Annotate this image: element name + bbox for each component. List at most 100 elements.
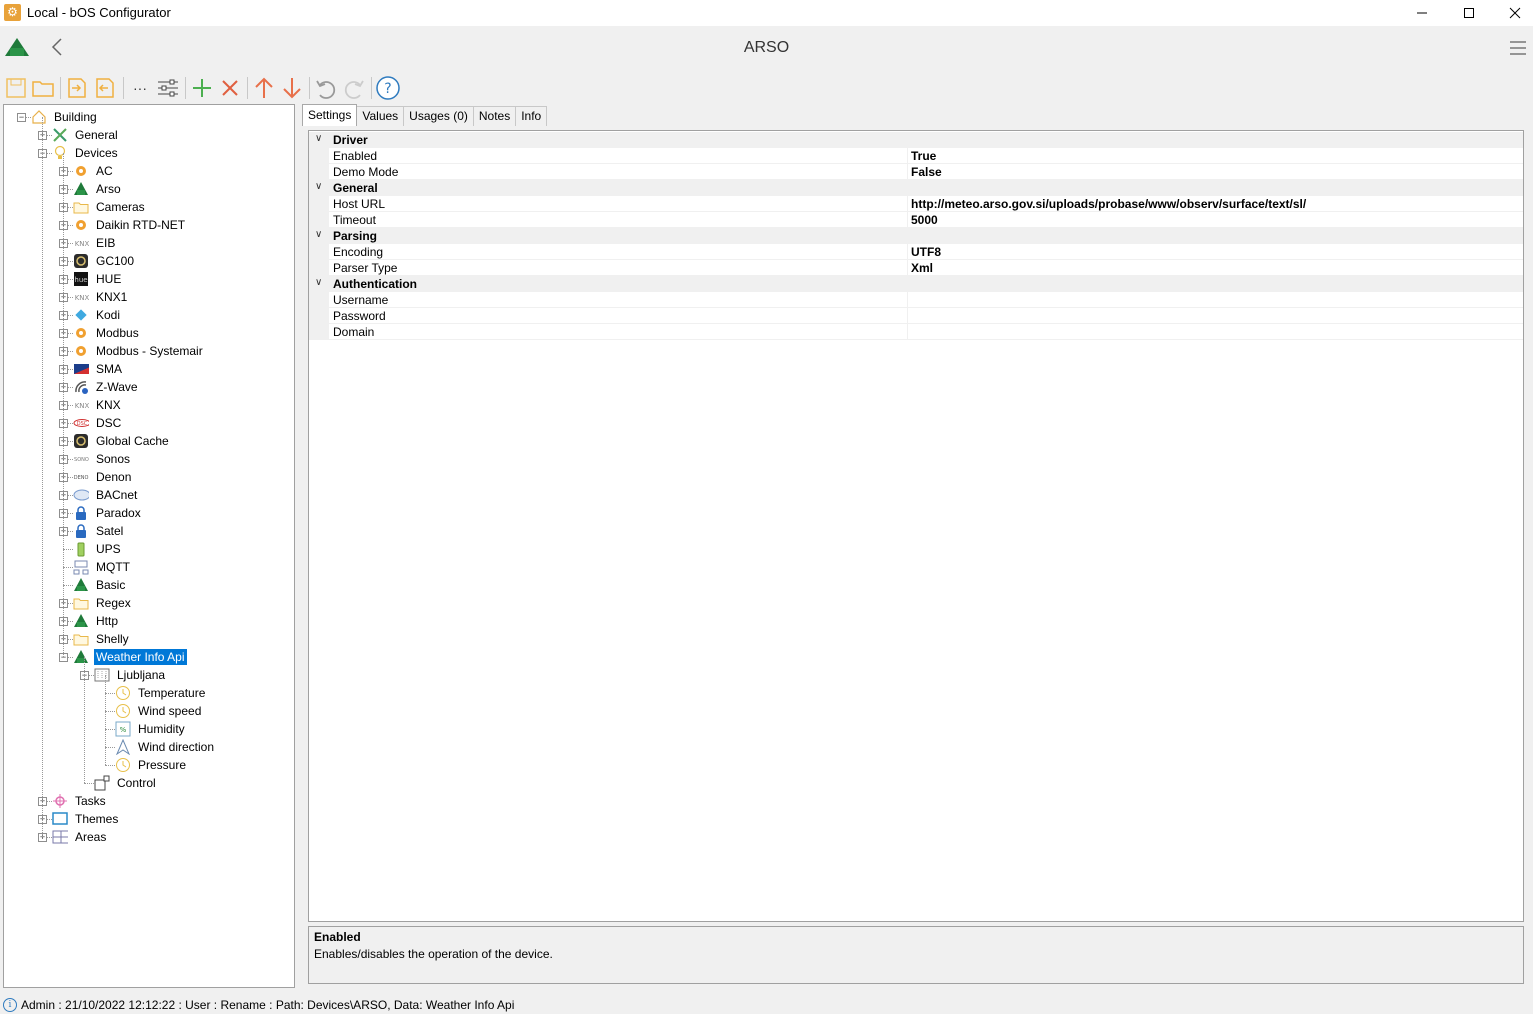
tree-node-eib[interactable]: KNX EIB: [73, 234, 117, 252]
tree-node-knx1[interactable]: KNX KNX1: [73, 288, 129, 306]
tree-node-sma[interactable]: SMA: [73, 360, 124, 378]
tree-node-arso[interactable]: Arso: [73, 180, 123, 198]
tools-icon: [52, 127, 68, 143]
delete-button[interactable]: [217, 75, 243, 101]
tree-node-sonos[interactable]: SONOSSonos: [73, 450, 132, 468]
category-parsing[interactable]: ∨ Parsing: [309, 228, 1523, 244]
category-driver[interactable]: ∨ Driver: [309, 132, 1523, 148]
tree-node-mqtt[interactable]: MQTT: [73, 558, 132, 576]
open-button[interactable]: [30, 75, 56, 101]
maximize-button[interactable]: [1446, 0, 1492, 26]
sonos-icon: SONOS: [73, 451, 89, 467]
hue-icon: hue: [73, 271, 89, 287]
tree-node-global-cache[interactable]: Global Cache: [73, 432, 171, 450]
category-authentication[interactable]: ∨ Authentication: [309, 276, 1523, 292]
move-up-button[interactable]: [251, 75, 277, 101]
property-enabled[interactable]: Enabled True: [309, 148, 1523, 164]
areas-icon: [52, 829, 68, 845]
chevron-down-icon[interactable]: ∨: [315, 181, 322, 192]
property-username[interactable]: Username: [309, 292, 1523, 308]
tree-node-temperature[interactable]: Temperature: [115, 684, 207, 702]
tree-node-gc100[interactable]: GC100: [73, 252, 136, 270]
tab-settings[interactable]: Settings: [302, 104, 358, 126]
tree-node-wind-speed[interactable]: Wind speed: [115, 702, 203, 720]
tree-node-modbus-systemair[interactable]: Modbus - Systemair: [73, 342, 205, 360]
category-general[interactable]: ∨ General: [309, 180, 1523, 196]
tree-node-general[interactable]: General: [52, 126, 120, 144]
property-domain[interactable]: Domain: [309, 324, 1523, 340]
tab-values[interactable]: Values: [356, 106, 405, 126]
property-encoding[interactable]: Encoding UTF8: [309, 244, 1523, 260]
property-parser-type[interactable]: Parser Type Xml: [309, 260, 1523, 276]
property-password[interactable]: Password: [309, 308, 1523, 324]
bos-tree-icon: [73, 649, 89, 665]
tree-node-ups[interactable]: UPS: [73, 540, 123, 558]
tree-node-paradox[interactable]: Paradox: [73, 504, 143, 522]
tab-info[interactable]: Info: [515, 106, 548, 126]
tree-node-basic[interactable]: Basic: [73, 576, 127, 594]
redo-button[interactable]: [341, 75, 367, 101]
minimize-button[interactable]: [1399, 0, 1445, 26]
more-button[interactable]: ···: [127, 75, 153, 101]
import-icon: [68, 78, 86, 98]
tree-node-denon[interactable]: DENONDenon: [73, 468, 133, 486]
tree-node-pressure[interactable]: Pressure: [115, 756, 188, 774]
tree-node-themes[interactable]: Themes: [52, 810, 120, 828]
chevron-down-icon[interactable]: ∨: [315, 133, 322, 144]
settings-sliders-button[interactable]: [155, 75, 181, 101]
undo-button[interactable]: [313, 75, 339, 101]
collapse-toggle[interactable]: −: [17, 113, 26, 122]
tree-node-weather-info-api[interactable]: Weather Info Api: [73, 648, 187, 666]
save-button[interactable]: [3, 75, 29, 101]
tree-node-http[interactable]: Http: [73, 612, 120, 630]
global-cache-icon: [73, 433, 89, 449]
info-icon: i: [3, 998, 17, 1012]
tree-node-tasks[interactable]: Tasks: [52, 792, 108, 810]
tree-node-regex[interactable]: Regex: [73, 594, 133, 612]
tab-notes[interactable]: Notes: [472, 106, 517, 126]
chevron-down-icon[interactable]: ∨: [315, 277, 322, 288]
sma-icon: [73, 361, 89, 377]
knx-icon: KNX: [73, 289, 89, 305]
export-button[interactable]: [92, 75, 118, 101]
property-timeout[interactable]: Timeout 5000: [309, 212, 1523, 228]
tree-node-ac[interactable]: AC: [73, 162, 115, 180]
help-title: Enabled: [314, 930, 361, 944]
close-button[interactable]: [1492, 0, 1533, 26]
tab-usages-0[interactable]: Usages (0): [403, 106, 474, 126]
tree-node-cameras[interactable]: Cameras: [73, 198, 147, 216]
help-button[interactable]: ?: [375, 75, 401, 101]
tree-node-shelly[interactable]: Shelly: [73, 630, 131, 648]
tree-node-humidity[interactable]: % Humidity: [115, 720, 187, 738]
add-button[interactable]: [189, 75, 215, 101]
tree-node-control[interactable]: Control: [94, 774, 158, 792]
project-tree[interactable]: Building − General + Devices − AC + Arso + Cameras…: [3, 104, 295, 988]
delete-x-icon: [222, 80, 238, 96]
svg-text:DSC: DSC: [77, 421, 88, 427]
ellipsis-icon: ···: [133, 80, 147, 96]
hamburger-menu-button[interactable]: [1509, 40, 1527, 59]
svg-text:DENON: DENON: [74, 475, 89, 481]
tree-node-daikin-rtd-net[interactable]: Daikin RTD-NET: [73, 216, 187, 234]
tree-node-areas[interactable]: Areas: [52, 828, 108, 846]
arrow-down-icon: [283, 78, 301, 99]
tree-node-knx[interactable]: KNX KNX: [73, 396, 123, 414]
tree-node-bacnet[interactable]: BACnet: [73, 486, 139, 504]
tree-node-kodi[interactable]: Kodi: [73, 306, 122, 324]
gauge-icon: [115, 757, 131, 773]
chevron-down-icon[interactable]: ∨: [315, 229, 322, 240]
import-button[interactable]: [64, 75, 90, 101]
property-demo-mode[interactable]: Demo Mode False: [309, 164, 1523, 180]
svg-text:?: ?: [384, 81, 391, 97]
tree-node-wind-direction[interactable]: Wind direction: [115, 738, 216, 756]
tree-node-satel[interactable]: Satel: [73, 522, 125, 540]
tree-node-z-wave[interactable]: Z-Wave: [73, 378, 140, 396]
toolbar: ··· ?: [0, 72, 1533, 104]
property-host-url[interactable]: Host URL http://meteo.arso.gov.si/upload…: [309, 196, 1523, 212]
tree-node-dsc[interactable]: DSC DSC: [73, 414, 123, 432]
tree-node-modbus[interactable]: Modbus: [73, 324, 141, 342]
lock-icon: [73, 523, 89, 539]
tree-node-hue[interactable]: hue HUE: [73, 270, 123, 288]
network-icon: [73, 559, 89, 575]
move-down-button[interactable]: [279, 75, 305, 101]
